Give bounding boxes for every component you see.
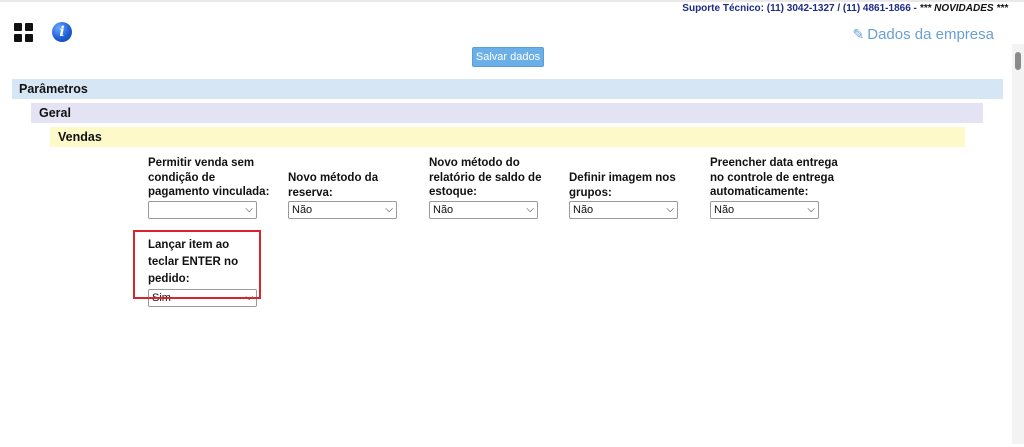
- highlight-box: [133, 230, 261, 299]
- section-parametros[interactable]: Parâmetros: [12, 79, 1003, 99]
- venda-sem-condicao-select[interactable]: ⌵: [148, 200, 257, 219]
- top-border: [0, 0, 1024, 2]
- edit-icon: ✎: [852, 26, 865, 42]
- info-icon[interactable]: i: [52, 22, 72, 42]
- company-data-link[interactable]: ✎ Dados da empresa: [853, 26, 994, 43]
- field-venda-sem-condicao: Permitir venda sem condição de pagamento…: [148, 156, 270, 219]
- novidades-text[interactable]: *** NOVIDADES ***: [920, 3, 1008, 14]
- imagem-grupos-select[interactable]: Não ⌵: [569, 201, 678, 219]
- grid-icon[interactable]: [14, 23, 33, 42]
- field-label: Definir imagem nos grupos:: [569, 172, 676, 199]
- field-data-entrega: Preencher data entrega no controle de en…: [710, 156, 840, 219]
- select-value: Não: [433, 203, 454, 216]
- save-button[interactable]: Salvar dados: [472, 47, 544, 67]
- chevron-down-icon: ⌵: [807, 203, 815, 215]
- chevron-down-icon: ⌵: [526, 203, 534, 215]
- section-geral[interactable]: Geral: [31, 103, 983, 123]
- field-label: Novo método do relatório de saldo de est…: [429, 157, 542, 198]
- scrollbar-thumb[interactable]: [1015, 52, 1021, 70]
- select-value: Não: [573, 204, 594, 216]
- scrollbar[interactable]: [1012, 44, 1024, 444]
- metodo-reserva-select[interactable]: Não ⌵: [288, 201, 397, 219]
- select-value: Não: [714, 203, 735, 216]
- section-vendas[interactable]: Vendas: [50, 127, 965, 147]
- field-metodo-reserva: Novo método da reserva: Não ⌵: [288, 171, 398, 219]
- field-relatorio-saldo: Novo método do relatório de saldo de est…: [429, 156, 551, 219]
- field-label: Novo método da reserva:: [288, 172, 379, 199]
- company-data-label: Dados da empresa: [867, 26, 994, 43]
- select-value: Não: [292, 204, 313, 216]
- relatorio-saldo-select[interactable]: Não ⌵: [429, 200, 538, 219]
- field-label: Permitir venda sem condição de pagamento…: [148, 157, 270, 198]
- chevron-down-icon: ⌵: [385, 204, 393, 215]
- field-label: Preencher data entrega no controle de en…: [710, 157, 838, 198]
- support-info: Suporte Técnico: (11) 3042-1327 / (11) 4…: [682, 3, 1008, 14]
- chevron-down-icon: ⌵: [666, 204, 674, 215]
- field-imagem-grupos: Definir imagem nos grupos: Não ⌵: [569, 171, 681, 219]
- data-entrega-select[interactable]: Não ⌵: [710, 200, 819, 219]
- chevron-down-icon: ⌵: [245, 203, 253, 215]
- support-text: Suporte Técnico: (11) 3042-1327 / (11) 4…: [682, 3, 920, 14]
